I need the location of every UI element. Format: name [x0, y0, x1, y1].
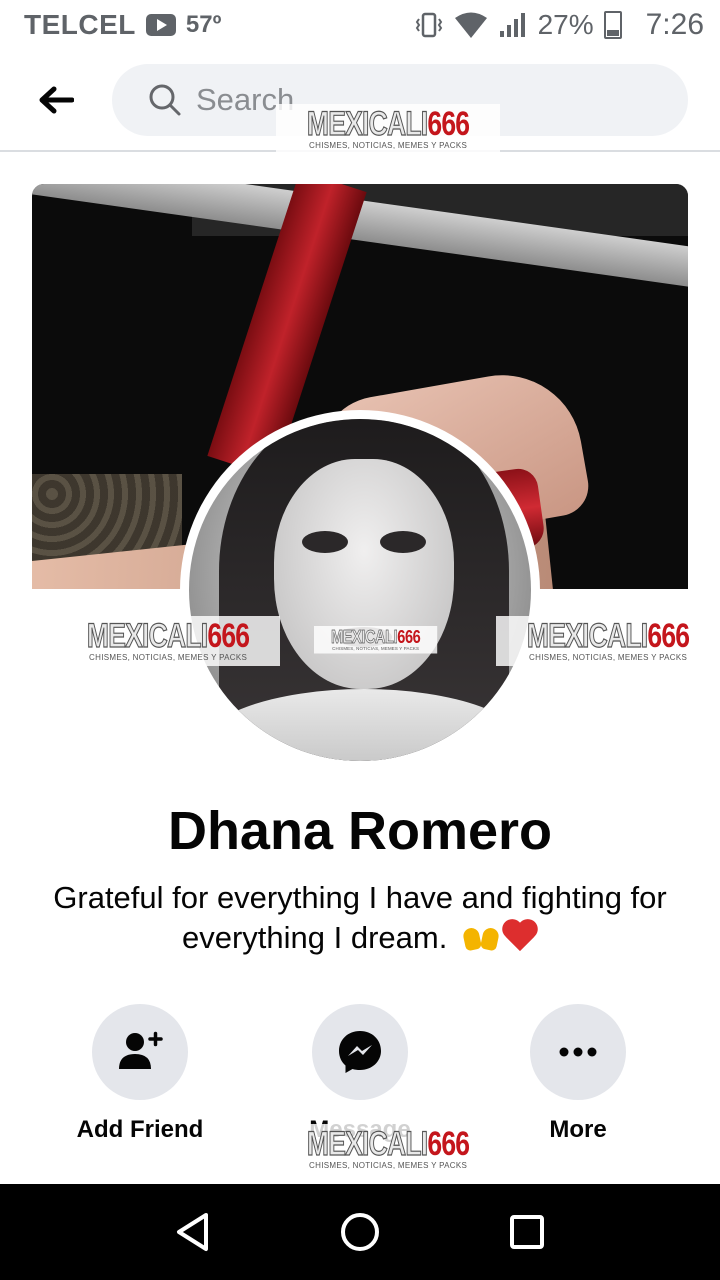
watermark-logo: MEXICALI666 CHISMES, NOTICIAS, MEMES Y P… — [276, 1124, 501, 1174]
watermark-logo: MEXICALI666 CHISMES, NOTICIAS, MEMES Y P… — [56, 616, 281, 666]
profile-detail — [380, 531, 426, 553]
watermark-logo: MEXICALI666 CHISMES, NOTICIAS, MEMES Y P… — [496, 616, 720, 666]
back-button[interactable] — [28, 72, 84, 128]
watermark-logo: MEXICALI666 CHISMES, NOTICIAS, MEMES Y P… — [314, 626, 438, 654]
search-icon — [149, 84, 181, 116]
wifi-icon — [454, 12, 487, 38]
youtube-notification-icon — [145, 14, 176, 36]
profile-picture[interactable] — [180, 410, 540, 770]
profile-detail — [274, 459, 454, 689]
square-recents-icon — [509, 1215, 544, 1249]
profile-name: Dhana Romero — [167, 801, 553, 861]
nav-home-button[interactable] — [330, 1202, 390, 1262]
nav-back-button[interactable] — [163, 1202, 223, 1262]
more-circle[interactable] — [530, 1004, 626, 1100]
add-friend-circle[interactable] — [92, 1004, 188, 1100]
carrier-label: TELCEL — [24, 9, 136, 40]
more-label: More — [549, 1116, 607, 1143]
ellipsis-icon — [559, 1047, 597, 1057]
battery-icon — [603, 11, 622, 39]
system-nav-bar — [0, 1184, 720, 1280]
add-friend-button[interactable]: Add Friend — [40, 1004, 240, 1144]
arrow-left-icon — [39, 86, 74, 114]
profile-picture-image — [189, 419, 531, 761]
watermark-logo: MEXICALI666 CHISMES, NOTICIAS, MEMES Y P… — [276, 104, 501, 154]
more-button[interactable]: More — [478, 1004, 678, 1144]
profile-detail — [302, 531, 348, 553]
status-left: TELCEL 57º — [24, 9, 221, 41]
raising-hands-icon — [464, 922, 498, 950]
add-person-icon — [119, 1031, 163, 1069]
message-button[interactable]: Message — [260, 1004, 460, 1144]
temperature-label: 57º — [185, 11, 222, 38]
triangle-back-icon — [177, 1213, 209, 1251]
circle-home-icon — [340, 1213, 379, 1251]
clock: 7:26 — [645, 8, 704, 41]
status-bar: TELCEL 57º 27% 7:26 — [0, 0, 720, 50]
profile-bio-text: Grateful for everything I have and fight… — [53, 880, 667, 955]
red-heart-icon — [502, 920, 538, 954]
message-circle[interactable] — [312, 1004, 408, 1100]
add-friend-label: Add Friend — [76, 1116, 204, 1143]
profile-bio: Grateful for everything I have and fight… — [50, 878, 670, 958]
messenger-icon — [339, 1031, 381, 1073]
status-right: 27% 7:26 — [414, 8, 704, 42]
signal-icon — [499, 13, 525, 37]
battery-percent: 27% — [537, 9, 594, 40]
vibrate-icon — [415, 12, 442, 38]
nav-recents-button[interactable] — [497, 1202, 557, 1262]
